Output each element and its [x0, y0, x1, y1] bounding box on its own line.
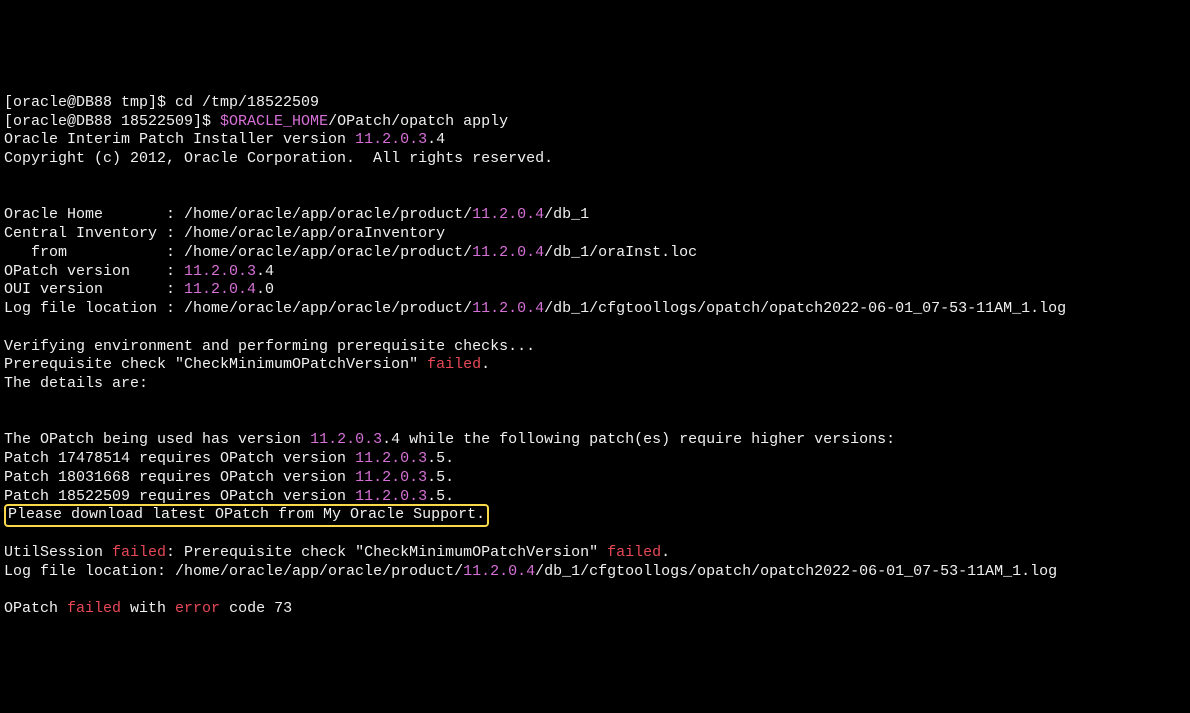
output-text: .5. [427, 469, 454, 486]
error-text: failed [112, 544, 166, 561]
output-text: Patch 17478514 requires OPatch version [4, 450, 355, 467]
version: 11.2.0.4 [184, 281, 256, 298]
label: Log file location: [4, 563, 175, 580]
output-text: The details are: [4, 375, 148, 392]
path: /db_1/cfgtoollogs/opatch/opatch2022-06-0… [544, 300, 1066, 317]
output-text: OPatch [4, 600, 67, 617]
version: 11.2.0.4 [463, 563, 535, 580]
label: Log file location : [4, 300, 184, 317]
output-text: . [661, 544, 670, 561]
output-text: Verifying environment and performing pre… [4, 338, 535, 355]
output-text: UtilSession [4, 544, 112, 561]
label: OPatch version : [4, 263, 184, 280]
output-text: Prerequisite check "CheckMinimumOPatchVe… [4, 356, 427, 373]
version: 11.2.0.4 [472, 206, 544, 223]
output-text: .4 [256, 263, 274, 280]
version: 11.2.0.3 [310, 431, 382, 448]
path: /home/oracle/app/oracle/product/ [184, 300, 472, 317]
output-text: .5. [427, 488, 454, 505]
output-text: The OPatch being used has version [4, 431, 310, 448]
output-text: .0 [256, 281, 274, 298]
version: 11.2.0.3 [355, 131, 427, 148]
version: 11.2.0.4 [472, 300, 544, 317]
prompt: [oracle@DB88 18522509]$ [4, 113, 220, 130]
output-text: .4 while the following patch(es) require… [382, 431, 904, 448]
path: /home/oracle/app/oracle/product/ [184, 206, 472, 223]
output-text: with [121, 600, 175, 617]
command: cd /tmp/18522509 [175, 94, 319, 111]
label: from : [4, 244, 184, 261]
output-text: Copyright (c) 2012, Oracle Corporation. … [4, 150, 553, 167]
terminal-output: [oracle@DB88 tmp]$ cd /tmp/18522509 [ora… [0, 75, 1190, 619]
output-text: .4 [427, 131, 445, 148]
output-text: Oracle Interim Patch Installer version [4, 131, 355, 148]
error-text: error [175, 600, 220, 617]
prompt: [oracle@DB88 tmp]$ [4, 94, 175, 111]
highlight-annotation: Please download latest OPatch from My Or… [4, 504, 489, 527]
output-text: Please download latest OPatch from My Or… [8, 506, 485, 523]
output-text: code 73 [220, 600, 292, 617]
path: /home/oracle/app/oracle/product/ [184, 244, 472, 261]
output-text: : Prerequisite check "CheckMinimumOPatch… [166, 544, 607, 561]
path: /db_1/cfgtoollogs/opatch/opatch2022-06-0… [535, 563, 1057, 580]
path: /home/oracle/app/oracle/product/ [175, 563, 463, 580]
command: /OPatch/opatch apply [328, 113, 508, 130]
version: 11.2.0.3 [184, 263, 256, 280]
error-text: failed [427, 356, 481, 373]
label: Oracle Home : [4, 206, 184, 223]
version: 11.2.0.3 [355, 450, 427, 467]
output-text: . [481, 356, 490, 373]
error-text: failed [67, 600, 121, 617]
label: OUI version : [4, 281, 184, 298]
version: 11.2.0.3 [355, 469, 427, 486]
error-text: failed [607, 544, 661, 561]
path: /home/oracle/app/oraInventory [184, 225, 445, 242]
path: /db_1/oraInst.loc [544, 244, 697, 261]
output-text: Patch 18522509 requires OPatch version [4, 488, 355, 505]
version: 11.2.0.4 [472, 244, 544, 261]
output-text: Patch 18031668 requires OPatch version [4, 469, 355, 486]
path: /db_1 [544, 206, 589, 223]
env-var: $ORACLE_HOME [220, 113, 328, 130]
version: 11.2.0.3 [355, 488, 427, 505]
label: Central Inventory : [4, 225, 184, 242]
output-text: .5. [427, 450, 454, 467]
